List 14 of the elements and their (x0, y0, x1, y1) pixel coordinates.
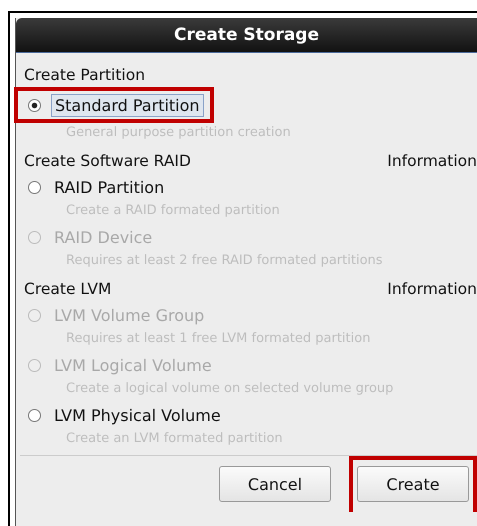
option-label[interactable]: Standard Partition (51, 94, 204, 116)
radio-button[interactable] (28, 180, 41, 194)
section-heading: Create Partition (24, 66, 146, 84)
option-label[interactable]: RAID Partition (51, 176, 168, 198)
radio-button[interactable] (28, 408, 41, 422)
radio-button[interactable] (28, 98, 41, 112)
dialog-button[interactable]: Create (357, 466, 469, 502)
section-heading: Create Software RAID (24, 152, 191, 170)
dialog-button[interactable]: Cancel (219, 466, 331, 502)
section-heading: Create LVM (24, 280, 112, 298)
information-link[interactable]: Information (387, 280, 477, 298)
window-title: Create Storage (16, 18, 477, 53)
information-link[interactable]: Information (387, 152, 477, 170)
option-label[interactable]: LVM Physical Volume (51, 404, 224, 426)
